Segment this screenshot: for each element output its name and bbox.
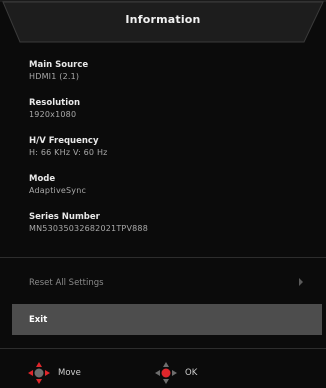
dpad-ok-icon: [155, 362, 177, 384]
dpad-move-icon: [28, 362, 50, 384]
footer-hints: Move OK: [0, 356, 326, 388]
info-value: AdaptiveSync: [29, 186, 87, 195]
divider: [0, 257, 326, 258]
info-label: Mode: [29, 174, 56, 184]
header-bar: Information: [0, 0, 326, 44]
info-main-source: Main Source HDMI1 (2.1): [29, 60, 148, 98]
info-label: Main Source: [29, 60, 89, 70]
divider: [0, 348, 326, 349]
info-value: H: 66 KHz V: 60 Hz: [29, 148, 108, 157]
exit-item[interactable]: Exit: [12, 304, 322, 335]
info-label: H/V Frequency: [29, 136, 99, 146]
info-list: Main Source HDMI1 (2.1) Resolution 1920x…: [29, 60, 148, 250]
info-mode: Mode AdaptiveSync: [29, 174, 148, 212]
chevron-right-icon: [299, 278, 303, 286]
move-hint: Move: [28, 362, 81, 384]
info-series-number: Series Number MN53035032682021TPV888: [29, 212, 148, 250]
info-value: HDMI1 (2.1): [29, 72, 80, 81]
menu-item-label: Exit: [29, 314, 48, 325]
page-title: Information: [125, 13, 201, 26]
info-label: Resolution: [29, 98, 81, 108]
ok-hint: OK: [155, 362, 197, 384]
move-label: Move: [58, 368, 81, 378]
info-value: 1920x1080: [29, 110, 77, 119]
info-label: Series Number: [29, 212, 100, 222]
info-resolution: Resolution 1920x1080: [29, 98, 148, 136]
ok-label: OK: [185, 368, 198, 378]
info-value: MN53035032682021TPV888: [29, 224, 148, 233]
osd-information-panel: Information Main Source HDMI1 (2.1) Reso…: [0, 0, 326, 388]
reset-all-settings-item[interactable]: Reset All Settings: [12, 267, 322, 298]
info-hv-frequency: H/V Frequency H: 66 KHz V: 60 Hz: [29, 136, 148, 174]
menu-item-label: Reset All Settings: [29, 277, 104, 288]
